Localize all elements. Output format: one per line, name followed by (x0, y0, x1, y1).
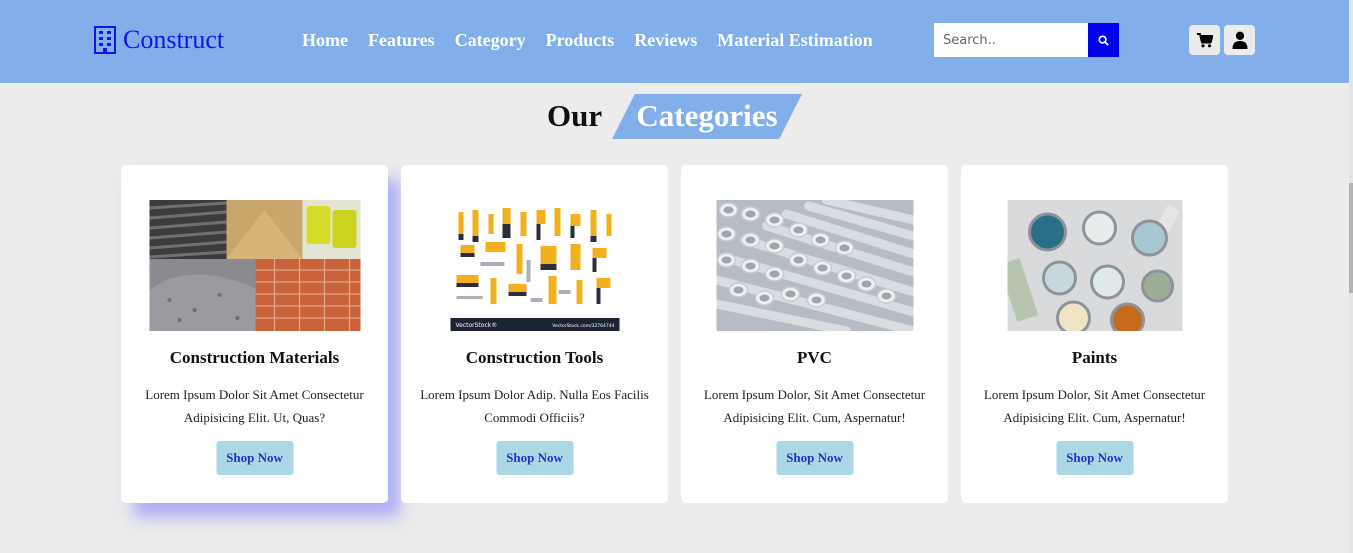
search-button[interactable] (1088, 23, 1119, 57)
scrollbar-thumb[interactable] (1349, 183, 1353, 293)
construction-tools-image: VectorStock® VectorStock.com/32764744 (450, 200, 619, 331)
card-description-line: Lorem Ipsum Dolor, Sit Amet Consectetur (703, 387, 926, 402)
category-card: VectorStock® VectorStock.com/32764744 Co… (401, 165, 668, 503)
page-scrollbar[interactable] (1349, 0, 1353, 553)
image-caption-left: VectorStock® (455, 322, 497, 329)
card-description-line: Lorem Ipsum Dolor Adip. Nulla Eos Facili… (420, 387, 649, 402)
card-description: Lorem Ipsum Dolor, Sit Amet Consectetur … (976, 383, 1213, 429)
shop-now-button[interactable]: Shop Now (496, 441, 573, 475)
cart-icon (1196, 32, 1213, 47)
header: Construct Home Features Category Product… (0, 0, 1353, 83)
nav-reviews[interactable]: Reviews (634, 28, 697, 52)
category-card: Construction Materials Lorem Ipsum Dolor… (121, 165, 388, 503)
search-input[interactable] (934, 23, 1088, 57)
nav-material-estimation[interactable]: Material Estimation (717, 28, 872, 52)
card-description-line: Adipisicing Elit. Cum, Aspernatur! (723, 410, 906, 425)
card-description-line: Lorem Ipsum Dolor, Sit Amet Consectetur (983, 387, 1206, 402)
logo-text: Construct (123, 25, 225, 54)
main-nav: Home Features Category Products Reviews … (302, 28, 893, 52)
building-icon (94, 26, 116, 54)
pvc-pipes-image (716, 200, 913, 331)
card-description-line: Adipisicing Elit. Cum, Aspernatur! (1003, 410, 1186, 425)
user-icon (1232, 31, 1247, 49)
section-title-plain: Our (547, 98, 603, 133)
search-form (934, 23, 1119, 57)
nav-features[interactable]: Features (368, 28, 435, 52)
cart-button[interactable] (1189, 25, 1220, 55)
nav-products[interactable]: Products (546, 28, 615, 52)
card-title: Construction Tools (465, 348, 604, 367)
search-icon (1098, 34, 1109, 46)
section-title-highlight: Categories (636, 98, 778, 133)
card-description-line: Lorem Ipsum Dolor Sit Amet Consectetur (145, 387, 364, 402)
nav-home[interactable]: Home (302, 28, 348, 52)
nav-category[interactable]: Category (455, 28, 526, 52)
card-description: Lorem Ipsum Dolor, Sit Amet Consectetur … (696, 383, 933, 429)
card-description-line: Commodi Officiis? (484, 410, 585, 425)
image-caption-right: VectorStock.com/32764744 (552, 323, 614, 329)
category-card: PVC Lorem Ipsum Dolor, Sit Amet Consecte… (681, 165, 948, 503)
card-title: Construction Materials (169, 348, 340, 367)
section-heading: Our Categories (0, 93, 1353, 139)
card-description-line: Adipisicing Elit. Ut, Quas? (183, 410, 326, 425)
construction-materials-image (149, 200, 360, 331)
category-card: Paints Lorem Ipsum Dolor, Sit Amet Conse… (961, 165, 1228, 503)
shop-now-button[interactable]: Shop Now (216, 441, 293, 475)
card-title: PVC (797, 348, 832, 367)
card-title: Paints (1071, 348, 1118, 367)
shop-now-button[interactable]: Shop Now (1056, 441, 1133, 475)
card-description: Lorem Ipsum Dolor Sit Amet Consectetur A… (136, 383, 373, 429)
user-button[interactable] (1224, 25, 1255, 55)
shop-now-button[interactable]: Shop Now (776, 441, 853, 475)
paint-cans-image (1007, 200, 1182, 331)
card-description: Lorem Ipsum Dolor Adip. Nulla Eos Facili… (416, 383, 653, 429)
logo-link[interactable]: Construct (94, 24, 224, 56)
